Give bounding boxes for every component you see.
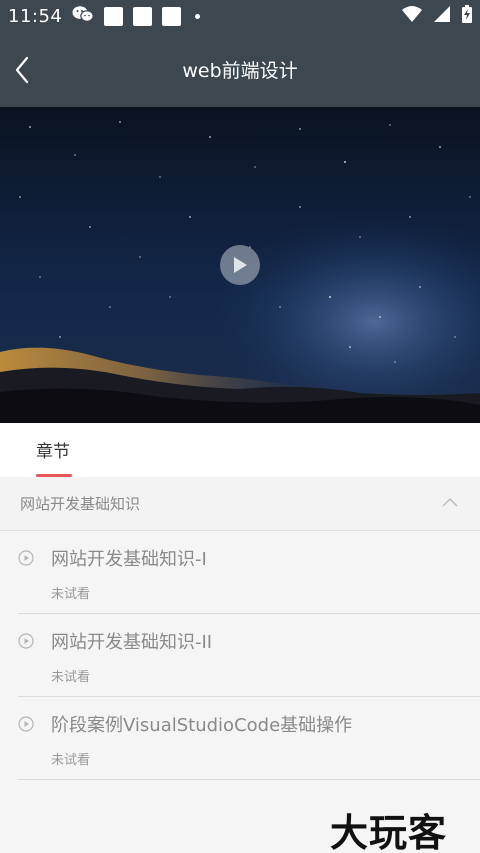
play-circle-icon (18, 716, 34, 732)
status-time: 11:54 (8, 5, 63, 27)
chevron-left-icon (15, 56, 29, 84)
notification-icon (133, 6, 153, 26)
lesson-title: 网站开发基础知识-I (51, 549, 207, 570)
wechat-icon (72, 5, 95, 27)
lesson-status: 未试看 (51, 670, 91, 685)
chevron-up-icon (442, 497, 458, 507)
wifi-icon (402, 6, 422, 26)
play-circle-icon (18, 550, 34, 566)
lesson-item[interactable]: 网站开发基础知识-I 未试看 (18, 531, 480, 614)
section-title: 网站开发基础知识 (20, 495, 141, 513)
lesson-title: 阶段案例VisualStudioCode基础操作 (51, 715, 353, 736)
play-button[interactable] (220, 245, 260, 285)
status-bar: 11:54 (0, 0, 480, 32)
section-header[interactable]: 网站开发基础知识 (0, 477, 480, 531)
play-icon (234, 257, 247, 273)
notification-icon (162, 6, 182, 26)
back-button[interactable] (10, 54, 34, 86)
play-circle-icon (18, 633, 34, 649)
signal-icon (434, 6, 450, 26)
battery-charging-icon (462, 5, 472, 27)
tab-bar: 章节 (0, 423, 480, 477)
tab-chapters[interactable]: 章节 (36, 437, 70, 462)
video-player[interactable] (0, 107, 480, 423)
title-bar: web前端设计 (0, 32, 480, 107)
watermark-logo: 大玩客 (330, 811, 448, 853)
lesson-status: 未试看 (51, 587, 91, 602)
lesson-item[interactable]: 网站开发基础知识-II 未试看 (18, 614, 480, 697)
notification-icon (104, 6, 124, 26)
dot-icon (195, 13, 201, 19)
page-title: web前端设计 (182, 60, 298, 82)
lesson-title: 网站开发基础知识-II (51, 632, 213, 653)
lesson-status: 未试看 (51, 753, 91, 768)
lesson-item[interactable]: 阶段案例VisualStudioCode基础操作 未试看 (18, 697, 480, 780)
